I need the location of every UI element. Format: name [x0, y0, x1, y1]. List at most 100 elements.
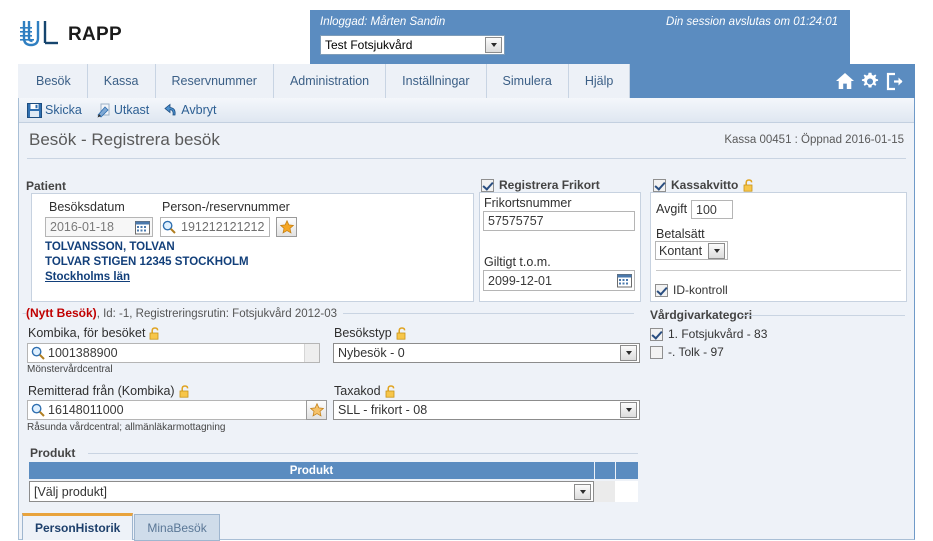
- unlock-icon[interactable]: [743, 178, 755, 192]
- main-navigation: Besök Kassa Reservnummer Administration …: [18, 64, 915, 98]
- kassa-status: Kassa 00451 : Öppnad 2016-01-15: [724, 134, 904, 146]
- page-header: RAPP Inloggad: Mårten Sandin Din session…: [0, 4, 933, 66]
- title-divider: [27, 158, 906, 159]
- taxakod-select[interactable]: SLL - frikort - 08: [333, 400, 640, 420]
- tab-minabesok[interactable]: MinaBesök: [134, 514, 220, 541]
- kombika-description: Mönstervårdcentral: [27, 364, 113, 375]
- logout-icon[interactable]: [885, 72, 905, 91]
- patient-county-link[interactable]: Stockholms län: [45, 271, 130, 283]
- nav-item-reservnummer[interactable]: Reservnummer: [156, 64, 274, 98]
- kombika-field[interactable]: 1001388900: [27, 343, 320, 363]
- unlock-icon[interactable]: [396, 326, 408, 340]
- gear-icon[interactable]: [860, 72, 880, 91]
- nav-item-hjalp[interactable]: Hjälp: [569, 64, 631, 98]
- frikort-number-value: 57575757: [488, 214, 544, 228]
- calendar-icon[interactable]: [617, 273, 632, 288]
- frikort-number-field[interactable]: 57575757: [483, 211, 635, 231]
- undo-icon: [164, 103, 176, 115]
- produkt-row-cell-2: [615, 481, 638, 502]
- caregiver-option-label: 1. Fotsjukvård - 83: [668, 327, 768, 341]
- frikort-valid-value: 2099-12-01: [488, 273, 552, 288]
- page-title: Besök - Registrera besök: [29, 130, 220, 149]
- visit-legend: (Nytt Besök) , Id: -1, Registreringsruti…: [26, 306, 344, 320]
- star-icon: [279, 220, 294, 234]
- unlock-icon[interactable]: [179, 384, 191, 398]
- payment-method-value: Kontant: [659, 243, 703, 258]
- payment-method-select[interactable]: Kontant: [655, 241, 728, 260]
- id-check-checkbox[interactable]: [655, 283, 668, 297]
- produkt-column-header-spacer-1: [594, 462, 615, 479]
- frikort-checkbox-label: Registrera Frikort: [499, 178, 600, 192]
- app-logo: RAPP: [18, 18, 122, 52]
- caregiver-option-label: -. Tolk - 97: [668, 345, 724, 359]
- application-window: RAPP Inloggad: Mårten Sandin Din session…: [0, 0, 933, 541]
- frikort-valid-field[interactable]: 2099-12-01: [483, 270, 635, 291]
- chevron-down-icon[interactable]: [620, 402, 637, 418]
- fee-label: Avgift: [656, 202, 688, 216]
- referred-label: Remitterad från (Kombika): [28, 384, 175, 398]
- visit-meta: , Id: -1, Registreringsrutin: Fotsjukvår…: [96, 308, 338, 320]
- star-icon: [309, 403, 324, 417]
- chevron-down-icon[interactable]: [708, 242, 725, 259]
- frikort-checkbox[interactable]: [481, 178, 494, 192]
- search-icon[interactable]: [31, 346, 45, 360]
- caregiver-option-tolk[interactable]: -. Tolk - 97: [650, 345, 724, 359]
- chevron-down-icon[interactable]: [620, 345, 637, 361]
- referred-description: Råsunda vårdcentral; allmänläkarmottagni…: [27, 422, 226, 433]
- action-toolbar: Skicka Utkast Avbryt: [19, 98, 914, 123]
- visit-type-select[interactable]: Nybesök - 0: [333, 343, 640, 363]
- nav-item-kassa[interactable]: Kassa: [88, 64, 156, 98]
- unlock-icon[interactable]: [149, 326, 161, 340]
- chevron-down-icon[interactable]: [485, 37, 502, 53]
- id-check-row[interactable]: ID-kontroll: [655, 283, 728, 297]
- bottom-tab-bar: PersonHistorik MinaBesök: [22, 513, 220, 541]
- search-icon[interactable]: [31, 403, 45, 417]
- nav-item-simulera[interactable]: Simulera: [487, 64, 569, 98]
- produkt-table-row: [Välj produkt]: [29, 481, 638, 502]
- caregiver-checkbox[interactable]: [650, 345, 663, 359]
- unit-select[interactable]: Test Fotsjukvård: [320, 35, 505, 55]
- kombika-value: 1001388900: [48, 346, 118, 360]
- home-icon[interactable]: [835, 72, 855, 91]
- visit-type-label-row: Besökstyp: [334, 326, 408, 340]
- frikort-valid-label: Giltigt t.o.m.: [484, 255, 551, 269]
- kassakvitto-checkbox[interactable]: [653, 178, 666, 192]
- session-timer: Din session avslutas om 01:24:01: [666, 16, 838, 28]
- kassakvitto-legend[interactable]: Kassakvitto: [653, 178, 761, 192]
- save-button[interactable]: Skicka: [27, 102, 82, 118]
- nav-item-administration[interactable]: Administration: [274, 64, 387, 98]
- taxakod-label: Taxakod: [334, 384, 381, 398]
- draft-button[interactable]: Utkast: [96, 103, 149, 118]
- calendar-icon[interactable]: [135, 220, 150, 235]
- tab-personhistorik[interactable]: PersonHistorik: [22, 513, 134, 540]
- pnr-field[interactable]: 191212121212: [160, 217, 270, 237]
- referred-favourite-button[interactable]: [306, 400, 327, 420]
- chevron-down-icon[interactable]: [574, 483, 591, 500]
- visit-status: (Nytt Besök): [26, 306, 97, 320]
- visit-date-field[interactable]: 2016-01-18: [45, 217, 153, 237]
- produkt-select[interactable]: [Välj produkt]: [29, 481, 594, 502]
- cancel-button[interactable]: Avbryt: [163, 103, 216, 118]
- pnr-favourite-button[interactable]: [276, 217, 297, 237]
- caregiver-legend-line: [742, 315, 905, 316]
- fee-field[interactable]: 100: [691, 200, 733, 219]
- caregiver-option-fotsjukvard[interactable]: 1. Fotsjukvård - 83: [650, 327, 767, 341]
- payment-method-label: Betalsätt: [656, 227, 705, 241]
- nav-item-installningar[interactable]: Inställningar: [386, 64, 487, 98]
- referred-value: 16148011000: [48, 403, 124, 417]
- kassakvitto-divider: [656, 270, 901, 271]
- produkt-column-header: Produkt: [29, 462, 594, 479]
- kombika-favourite-button-disabled: [304, 344, 319, 362]
- nav-item-besok[interactable]: Besök: [18, 64, 88, 98]
- kassakvitto-checkbox-label: Kassakvitto: [671, 178, 739, 192]
- unlock-icon[interactable]: [385, 384, 397, 398]
- pnr-value: 191212121212: [181, 220, 265, 234]
- logo-text: RAPP: [68, 24, 122, 45]
- kombika-label: Kombika, för besöket: [28, 326, 146, 340]
- rapp-logo-icon: [20, 21, 58, 47]
- referred-field[interactable]: 16148011000: [27, 400, 319, 420]
- cancel-button-label: Avbryt: [181, 103, 217, 117]
- frikort-legend[interactable]: Registrera Frikort: [481, 178, 605, 192]
- search-icon[interactable]: [162, 220, 176, 234]
- caregiver-checkbox[interactable]: [650, 327, 663, 341]
